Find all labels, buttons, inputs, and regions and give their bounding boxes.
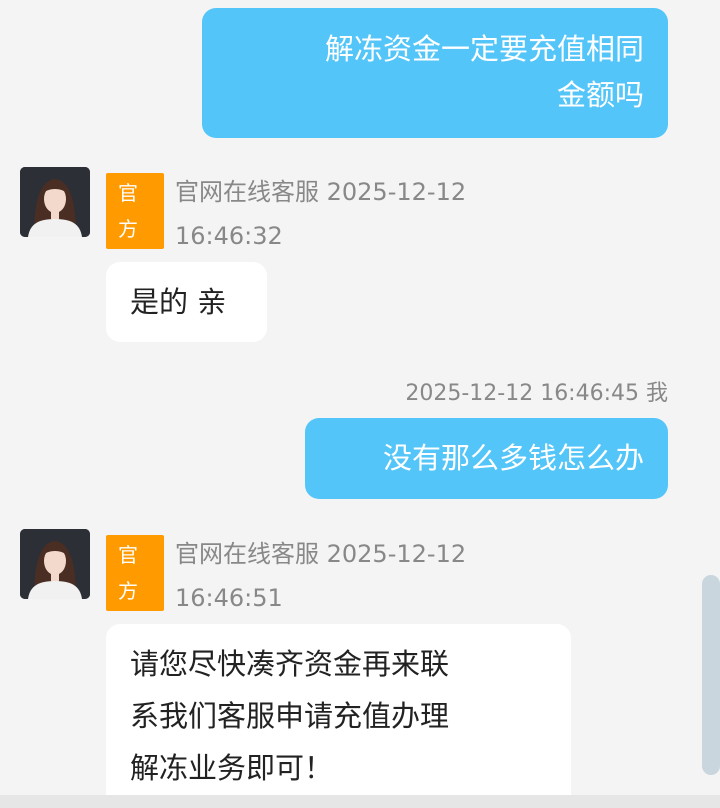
official-badge: 官 方 (106, 535, 164, 611)
outgoing-message-bubble[interactable]: 没有那么多钱怎么办 (305, 418, 668, 499)
badge-char: 官 (118, 543, 138, 567)
sender-time: 16:46:32 (175, 222, 283, 250)
scrollbar-thumb[interactable] (702, 575, 720, 775)
avatar-photo-icon (20, 529, 90, 599)
outgoing-message-bubble[interactable]: 解冻资金一定要充值相同 金额吗 (202, 8, 668, 138)
sender-name-date: 官网在线客服 2025-12-12 (175, 540, 467, 568)
sender-info: 官网在线客服 2025-12-12 16:46:32 (175, 170, 575, 258)
message-text-line: 金额吗 (556, 78, 644, 112)
bottom-divider (0, 795, 720, 808)
agent-avatar[interactable] (20, 529, 90, 599)
sender-name-date: 官网在线客服 2025-12-12 (175, 178, 467, 206)
message-text: 没有那么多钱怎么办 (382, 441, 644, 475)
official-badge: 官 方 (106, 173, 164, 249)
badge-char: 方 (118, 579, 138, 603)
chat-message-list[interactable]: 解冻资金一定要充值相同 金额吗 官 方 官网在线客服 2025-12-12 16… (0, 0, 720, 795)
message-text-line: 解冻资金一定要充值相同 (324, 32, 644, 66)
sender-info: 官网在线客服 2025-12-12 16:46:51 (175, 532, 575, 620)
badge-char: 官 (118, 181, 138, 205)
outgoing-timestamp: 2025-12-12 16:46:45 我 (405, 381, 668, 406)
incoming-message-bubble[interactable]: 是的 亲 (106, 262, 267, 342)
message-text-line: 系我们客服申请充值办理 (130, 699, 450, 733)
agent-avatar[interactable] (20, 167, 90, 237)
incoming-message-bubble[interactable]: 请您尽快凑齐资金再来联 系我们客服申请充值办理 解冻业务即可！ (106, 624, 571, 795)
message-text: 是的 亲 (130, 285, 227, 319)
message-text-line: 解冻业务即可！ (130, 751, 334, 785)
avatar-photo-icon (20, 167, 90, 237)
message-text-line: 请您尽快凑齐资金再来联 (130, 647, 450, 681)
badge-char: 方 (118, 217, 138, 241)
sender-time: 16:46:51 (175, 584, 283, 612)
